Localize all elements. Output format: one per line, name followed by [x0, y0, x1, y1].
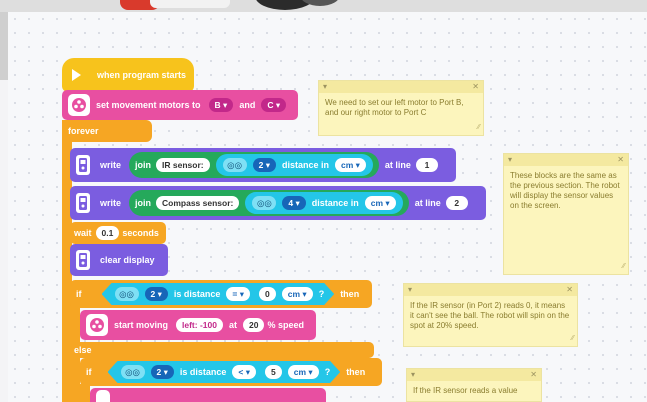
- right-motor-dropdown[interactable]: C ▾: [261, 98, 287, 112]
- join-operator-2[interactable]: join Compass sensor: ◎◎ 4 ▾ distance in …: [129, 190, 409, 216]
- wait-block[interactable]: wait 0.1 seconds: [70, 222, 166, 244]
- ir-eyes-icon: ◎◎: [222, 158, 247, 172]
- port-dropdown-2[interactable]: 4 ▾: [282, 196, 306, 210]
- brick-icon: [76, 193, 90, 213]
- close-icon[interactable]: ✕: [472, 82, 479, 92]
- distance-value-input-1[interactable]: 0: [259, 287, 276, 301]
- operator-dropdown-2[interactable]: < ▾: [232, 365, 256, 379]
- note-text: We need to set our left motor to Port B,…: [325, 98, 464, 117]
- ir-distance-reporter-2[interactable]: ◎◎ 4 ▾ distance in cm ▾: [245, 192, 403, 214]
- write-line2-block[interactable]: write join Compass sensor: ◎◎ 4 ▾ distan…: [70, 186, 486, 220]
- motors-icon: [86, 314, 108, 336]
- operator-dropdown-1[interactable]: = ▾: [226, 287, 250, 301]
- distance-value-input-2[interactable]: 5: [265, 365, 282, 379]
- compass-sensor-text-input[interactable]: Compass sensor:: [156, 196, 240, 210]
- photo-edge: [0, 12, 8, 80]
- partial-motor-block[interactable]: [90, 388, 326, 402]
- close-icon[interactable]: ✕: [566, 285, 573, 295]
- unit-dropdown-2[interactable]: cm ▾: [364, 196, 396, 210]
- if-block-2[interactable]: if ◎◎ 2 ▾ is distance < ▾ 5 cm ▾ ? then: [80, 358, 382, 386]
- robot-white-part: [150, 0, 230, 8]
- set-movement-motors-block[interactable]: set movement motors to B ▾ and C ▾: [62, 90, 298, 120]
- comment-note-3[interactable]: ▾ ✕ If the IR sensor (in Port 2) reads 0,…: [403, 283, 578, 347]
- line-input-1[interactable]: 1: [415, 158, 438, 172]
- if-block-1[interactable]: if ◎◎ 2 ▾ is distance = ▾ 0 cm ▾ ? then: [70, 280, 372, 308]
- ir-eyes-icon: ◎◎: [121, 365, 145, 379]
- note-text: These blocks are the same as the previou…: [510, 171, 620, 210]
- resize-handle[interactable]: ⁄⁄: [572, 334, 574, 344]
- start-label: when program starts: [97, 70, 187, 80]
- ir-eyes-icon: ◎◎: [115, 287, 139, 301]
- is-distance-condition-1[interactable]: ◎◎ 2 ▾ is distance = ▾ 0 cm ▾ ?: [102, 283, 335, 305]
- collapse-icon[interactable]: ▾: [411, 370, 415, 380]
- note-text: If the IR sensor (in Port 2) reads 0, it…: [410, 301, 570, 330]
- motors-icon: [68, 94, 90, 116]
- note-text: If the IR sensor reads a value: [413, 386, 518, 395]
- at-line-label: at line: [414, 198, 441, 208]
- clear-display-block[interactable]: clear display: [70, 244, 168, 276]
- line-input-2[interactable]: 2: [445, 196, 468, 210]
- resize-handle[interactable]: ⁄⁄: [478, 123, 480, 133]
- write-label: write: [100, 160, 122, 170]
- at-line-label: at line: [384, 160, 411, 170]
- unit-dropdown-4[interactable]: cm ▾: [288, 365, 319, 379]
- forever-label: forever: [68, 126, 99, 136]
- direction-input[interactable]: left: -100: [176, 318, 223, 332]
- play-icon: [72, 69, 81, 81]
- speed-input[interactable]: 20: [243, 318, 265, 332]
- unit-dropdown-1[interactable]: cm ▾: [334, 158, 366, 172]
- comment-note-1[interactable]: ▾ ✕ We need to set our left motor to Port…: [318, 80, 484, 136]
- else-label-bar: else: [70, 342, 374, 358]
- brick-icon: [76, 155, 90, 175]
- wait-seconds-input[interactable]: 0.1: [95, 226, 120, 240]
- brick-icon: [76, 250, 90, 270]
- port-dropdown-1[interactable]: 2 ▾: [252, 158, 276, 172]
- motors-icon: [96, 390, 110, 402]
- start-moving-block[interactable]: start moving left: -100 at 20 % speed: [80, 310, 316, 340]
- when-program-starts-block[interactable]: when program starts: [62, 58, 194, 92]
- left-motor-dropdown[interactable]: B ▾: [208, 98, 234, 112]
- comment-note-4[interactable]: ▾ ✕ If the IR sensor reads a value: [406, 368, 542, 402]
- collapse-icon[interactable]: ▾: [323, 82, 327, 92]
- unit-dropdown-3[interactable]: cm ▾: [282, 287, 313, 301]
- set-motors-label: set movement motors to: [96, 100, 201, 110]
- write-label: write: [100, 198, 122, 208]
- resize-handle[interactable]: ⁄⁄: [623, 262, 625, 272]
- close-icon[interactable]: ✕: [530, 370, 537, 380]
- forever-loop-header[interactable]: forever: [62, 120, 152, 142]
- port-dropdown-3[interactable]: 2 ▾: [145, 287, 168, 301]
- ir-sensor-text-input[interactable]: IR sensor:: [156, 158, 210, 172]
- ir-distance-reporter-1[interactable]: ◎◎ 2 ▾ distance in cm ▾: [215, 154, 373, 176]
- ir-eyes-icon: ◎◎: [252, 196, 277, 210]
- close-icon[interactable]: ✕: [617, 155, 624, 165]
- write-line1-block[interactable]: write join IR sensor: ◎◎ 2 ▾ distance in…: [70, 148, 456, 182]
- if-2-arm: [80, 384, 90, 402]
- comment-note-2[interactable]: ▾ ✕ These blocks are the same as the prev…: [503, 153, 629, 275]
- is-distance-condition-2[interactable]: ◎◎ 2 ▾ is distance < ▾ 5 cm ▾ ?: [108, 361, 341, 383]
- port-dropdown-4[interactable]: 2 ▾: [151, 365, 174, 379]
- join-operator-1[interactable]: join IR sensor: ◎◎ 2 ▾ distance in cm ▾: [129, 152, 379, 178]
- and-label: and: [239, 100, 256, 110]
- collapse-icon[interactable]: ▾: [508, 155, 512, 165]
- collapse-icon[interactable]: ▾: [408, 285, 412, 295]
- header-photo: [0, 0, 647, 12]
